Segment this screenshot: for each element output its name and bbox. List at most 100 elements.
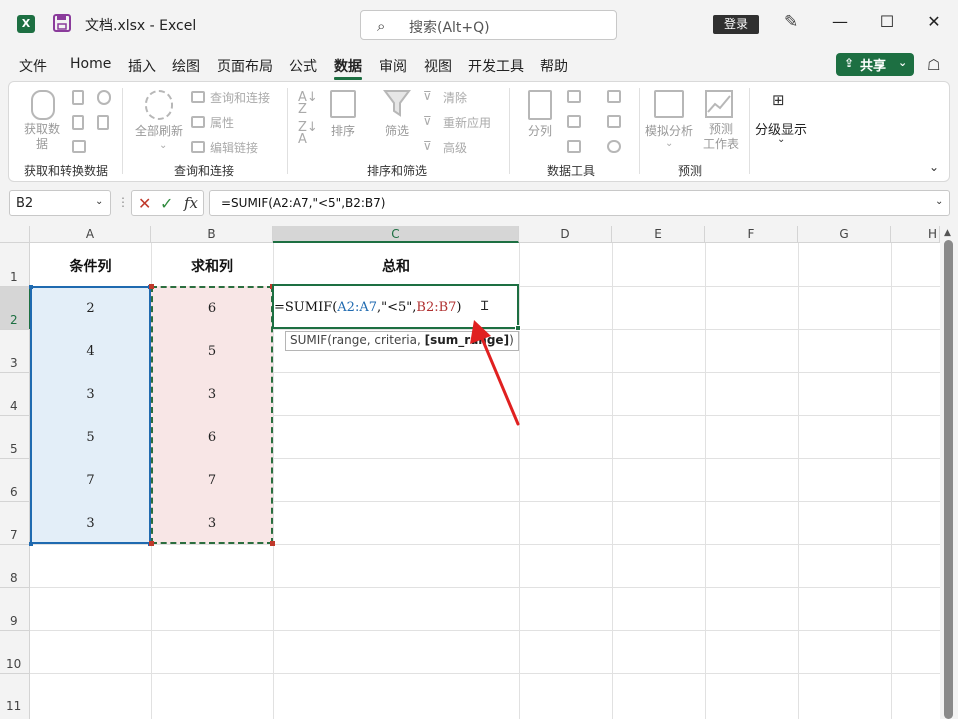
properties-button[interactable]: 属性 (210, 114, 234, 131)
row-header-11[interactable]: 11 (0, 673, 30, 719)
tab-data[interactable]: 数据 (334, 56, 362, 76)
cell-a2[interactable]: 2 (30, 301, 151, 316)
row-header-6[interactable]: 6 (0, 458, 30, 501)
row-header-5[interactable]: 5 (0, 415, 30, 458)
recent-sources-icon[interactable] (97, 90, 111, 105)
column-header-e[interactable]: E (612, 226, 705, 243)
close-button[interactable]: ✕ (924, 12, 944, 31)
tab-file[interactable]: 文件 (19, 56, 47, 76)
range-handle[interactable] (29, 542, 33, 546)
cell-a5[interactable]: 5 (30, 430, 151, 445)
get-data-button[interactable]: 获取数 据 (21, 122, 63, 152)
maximize-button[interactable]: ☐ (877, 12, 897, 31)
tab-view[interactable]: 视图 (424, 56, 452, 76)
more-options-icon[interactable]: ⋮ (117, 195, 129, 209)
name-box[interactable]: B2 ⌄ (9, 190, 111, 216)
row-header-10[interactable]: 10 (0, 630, 30, 673)
row-header-3[interactable]: 3 (0, 329, 30, 372)
cell-b5[interactable]: 6 (151, 430, 273, 445)
cell-b3[interactable]: 5 (151, 344, 273, 359)
flash-fill-icon[interactable] (567, 90, 581, 103)
from-web-icon[interactable] (72, 115, 84, 130)
data-validation-icon[interactable] (567, 140, 581, 153)
range-handle[interactable] (270, 541, 275, 546)
data-model-icon[interactable] (607, 140, 621, 153)
column-header-h[interactable]: H (891, 226, 940, 243)
cell-b7[interactable]: 3 (151, 516, 273, 531)
cell-a7[interactable]: 3 (30, 516, 151, 531)
cancel-icon[interactable]: ✕ (138, 194, 151, 213)
save-icon[interactable] (53, 14, 71, 32)
reapply-button[interactable]: 重新应用 (443, 114, 491, 131)
sort-descending-icon[interactable]: Z↓ A (298, 121, 318, 146)
range-handle[interactable] (149, 541, 154, 546)
cell-a6[interactable]: 7 (30, 473, 151, 488)
tab-developer[interactable]: 开发工具 (468, 56, 524, 76)
filter-button[interactable]: 筛选 (381, 122, 413, 139)
row-header-7[interactable]: 7 (0, 501, 30, 544)
tab-page-layout[interactable]: 页面布局 (217, 56, 273, 76)
check-icon[interactable]: ✓ (160, 194, 173, 213)
tab-insert[interactable]: 插入 (128, 56, 156, 76)
share-button[interactable]: ⇪ 共享 ⌄ (836, 53, 914, 76)
designer-pen-icon[interactable]: ✎ (784, 12, 798, 32)
cell-a4[interactable]: 3 (30, 387, 151, 402)
function-tooltip[interactable]: SUMIF(range, criteria, [sum_range]) (285, 331, 519, 351)
edit-links-button[interactable]: 编辑链接 (210, 139, 258, 156)
gridline (0, 544, 30, 545)
formula-input[interactable]: =SUMIF(A2:A7,"<5",B2:B7) ⌄ (209, 190, 950, 216)
row-header-4[interactable]: 4 (0, 372, 30, 415)
consolidate-icon[interactable] (607, 90, 621, 103)
ribbon-collapse-icon[interactable]: ⌄ (929, 160, 939, 174)
comment-icon[interactable]: ☖ (927, 56, 940, 74)
relationships-icon[interactable] (607, 115, 621, 128)
remove-duplicates-icon[interactable] (567, 115, 581, 128)
cell-b4[interactable]: 3 (151, 387, 273, 402)
range-handle[interactable] (29, 285, 33, 289)
minimize-button[interactable]: — (830, 12, 850, 31)
row-header-9[interactable]: 9 (0, 587, 30, 630)
what-if-analysis-button[interactable]: 模拟分析 (643, 122, 695, 139)
cell-b1[interactable]: 求和列 (151, 256, 273, 276)
chevron-down-icon[interactable]: ⌄ (935, 196, 943, 207)
existing-connections-icon[interactable] (97, 115, 109, 130)
column-header-c[interactable]: C (273, 226, 519, 243)
search-box[interactable]: ⌕ 搜索(Alt+Q) (360, 10, 617, 40)
insert-function-icon[interactable]: fx (184, 194, 198, 212)
refresh-all-button[interactable]: 全部刷新 (131, 122, 187, 139)
scroll-up-icon[interactable]: ▲ (944, 228, 951, 238)
queries-connections-button[interactable]: 查询和连接 (210, 89, 270, 106)
advanced-button[interactable]: 高级 (443, 139, 467, 156)
column-header-a[interactable]: A (30, 226, 151, 243)
clear-button[interactable]: 清除 (443, 89, 467, 106)
tab-help[interactable]: 帮助 (540, 56, 568, 76)
cell-b6[interactable]: 7 (151, 473, 273, 488)
column-header-d[interactable]: D (519, 226, 612, 243)
row-header-1[interactable]: 1 (0, 243, 30, 286)
tab-formulas[interactable]: 公式 (289, 56, 317, 76)
row-header-2[interactable]: 2 (0, 286, 31, 329)
login-button[interactable]: 登录 (713, 15, 759, 34)
spreadsheet-grid[interactable]: A B C D E F G H 1 2 3 4 5 6 7 8 9 10 11 (0, 226, 958, 719)
from-text-icon[interactable] (72, 90, 84, 105)
column-header-b[interactable]: B (151, 226, 273, 243)
from-table-icon[interactable] (72, 140, 86, 153)
sort-ascending-icon[interactable]: A↓ Z (298, 91, 318, 116)
cell-c1[interactable]: 总和 (273, 256, 519, 276)
split-column-button[interactable]: 分列 (524, 122, 556, 139)
select-all-corner[interactable] (0, 226, 30, 243)
cell-a3[interactable]: 4 (30, 344, 151, 359)
column-header-g[interactable]: G (798, 226, 891, 243)
vertical-scrollbar[interactable]: ▲ (940, 226, 958, 719)
tab-review[interactable]: 审阅 (379, 56, 407, 76)
scrollbar-thumb[interactable] (944, 240, 953, 719)
cell-a1[interactable]: 条件列 (30, 256, 151, 276)
tab-home[interactable]: Home (70, 56, 111, 72)
tab-draw[interactable]: 绘图 (172, 56, 200, 76)
range-handle[interactable] (149, 284, 154, 289)
cell-b2[interactable]: 6 (151, 301, 273, 316)
sort-button[interactable]: 排序 (329, 122, 357, 139)
row-header-8[interactable]: 8 (0, 544, 30, 587)
forecast-sheet-button[interactable]: 预测 工作表 (699, 122, 743, 152)
column-header-f[interactable]: F (705, 226, 798, 243)
